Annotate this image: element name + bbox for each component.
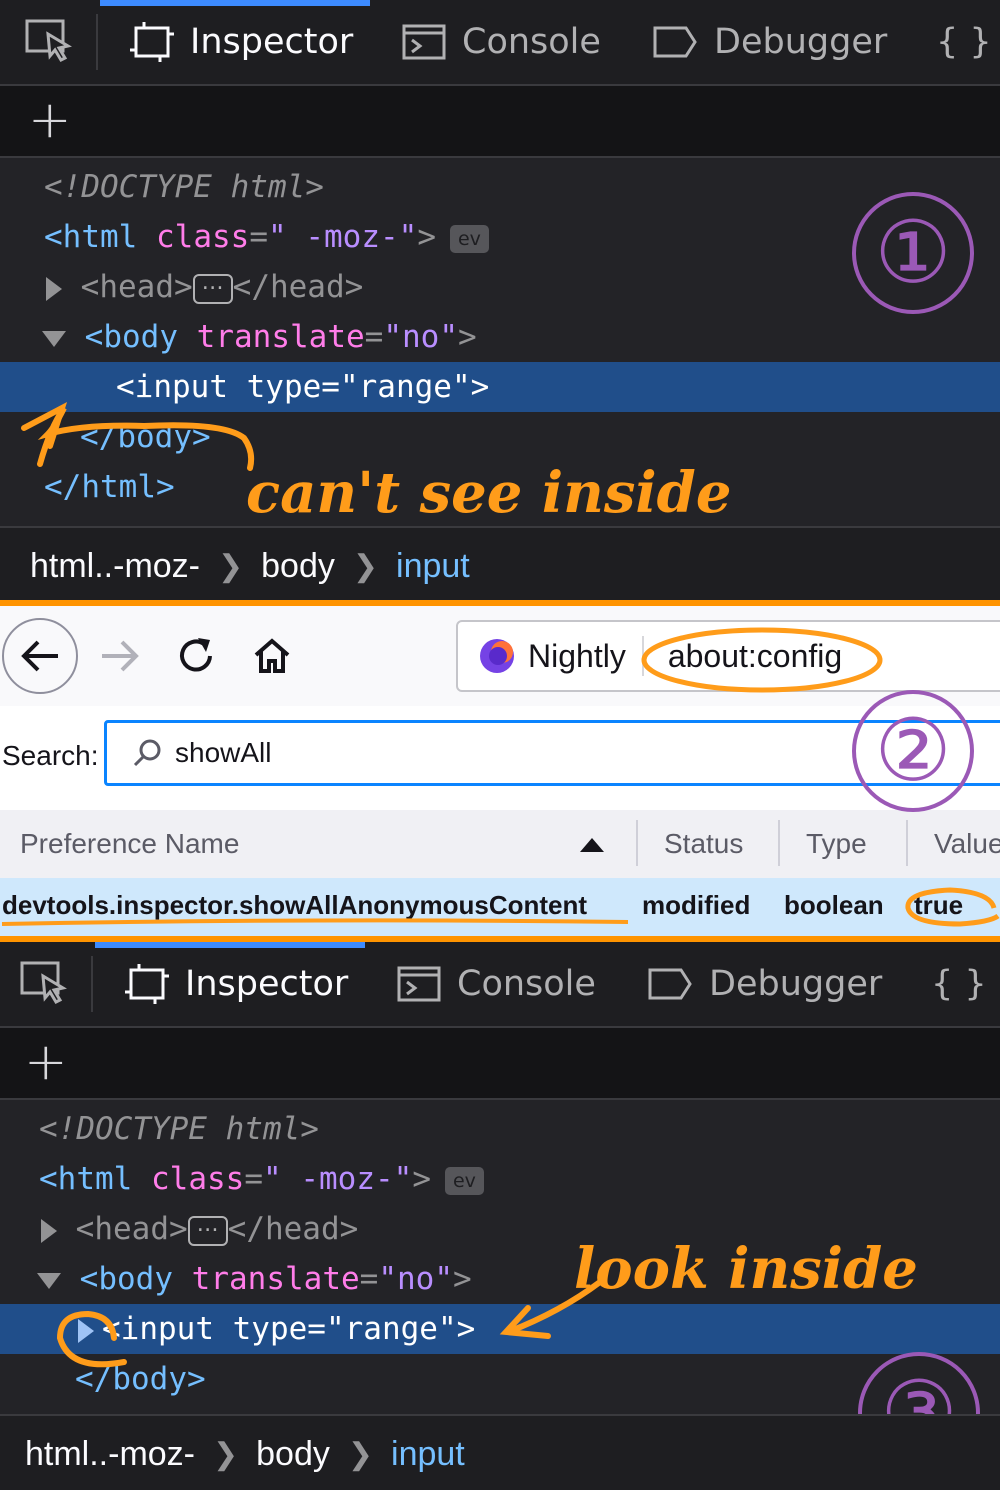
annotation-arrow-icon <box>56 1279 603 1368</box>
inspector-icon <box>130 22 174 62</box>
console-icon <box>402 24 446 60</box>
tab-label: Debugger <box>714 22 888 62</box>
body-attr-value: "no" <box>383 319 458 355</box>
tab-label: Console <box>462 22 601 62</box>
tab-label: Inspector <box>190 22 354 62</box>
add-node-bar: + <box>0 86 1000 158</box>
tab-debugger[interactable]: Debugger <box>652 0 887 84</box>
element-picker-icon[interactable] <box>24 18 74 68</box>
step-2-badge: ② <box>852 690 974 812</box>
breadcrumb-item-html[interactable]: html..-moz- <box>30 547 200 586</box>
tree-row-body[interactable]: <body translate="no"> <box>42 312 1000 362</box>
debugger-icon <box>653 26 697 58</box>
devtools-top-panel: Inspector Console Debugger { } + <!DOCTY… <box>0 0 1000 600</box>
tab-inspector[interactable]: Inspector <box>130 0 353 84</box>
step-1-badge: ① <box>852 192 974 314</box>
collapsed-content-icon[interactable]: … <box>192 271 233 304</box>
event-badge[interactable]: ev <box>449 224 489 253</box>
devtools-toolbar: Inspector Console Debugger { } <box>0 0 1000 86</box>
annotation-look-inside: look inside <box>574 1236 918 1302</box>
breadcrumb: html..-moz- ❯ body ❯ input <box>0 526 1000 600</box>
annotation-highlight-icon <box>1 627 1000 927</box>
chevron-right-icon: ❯ <box>218 549 244 583</box>
html-tag-close: > <box>417 219 436 255</box>
head-close: </head> <box>232 269 364 305</box>
toolbar-separator <box>96 14 98 70</box>
annotation-cant-see-inside: can't see inside <box>246 460 732 526</box>
body-tag-close: > <box>457 319 477 355</box>
body-tag: <body <box>84 319 178 355</box>
devtools-bottom-panel: Inspector Console Debugger { } + <!DOCTY… <box>0 942 1000 1490</box>
add-node-button[interactable]: + <box>28 94 72 146</box>
breadcrumb: html..-moz- ❯ body ❯ input <box>0 1414 1000 1490</box>
breadcrumb-item-input[interactable]: input <box>396 547 470 586</box>
breadcrumb-item-body[interactable]: body <box>261 547 335 586</box>
tab-style-editor[interactable]: { } <box>936 0 992 84</box>
expand-arrow-icon[interactable] <box>46 276 62 301</box>
chevron-right-icon: ❯ <box>213 1437 239 1471</box>
html-attr-value: " -moz-" <box>268 219 418 255</box>
doctype-text: <!DOCTYPE html> <box>44 169 324 205</box>
breadcrumb-item-body[interactable]: body <box>256 1435 330 1474</box>
chevron-right-icon: ❯ <box>352 549 379 583</box>
head-open: <head> <box>80 269 193 305</box>
breadcrumb-item-html[interactable]: html..-moz- <box>25 1435 195 1474</box>
tree-row-doctype[interactable]: <!DOCTYPE html> <box>44 162 1000 212</box>
body-attr-name: translate <box>196 319 365 355</box>
chevron-right-icon: ❯ <box>347 1437 374 1471</box>
browser-about-config: Nightly about:config Search: showAll Pre… <box>0 600 1000 942</box>
tab-console[interactable]: Console <box>402 0 601 84</box>
collapse-arrow-icon[interactable] <box>42 330 66 347</box>
breadcrumb-item-input[interactable]: input <box>391 1435 465 1474</box>
html-attr-name: class <box>156 219 250 255</box>
html-tag: <html <box>44 219 138 255</box>
braces-icon: { } <box>936 22 992 62</box>
annotation-arrow-icon <box>21 401 255 471</box>
